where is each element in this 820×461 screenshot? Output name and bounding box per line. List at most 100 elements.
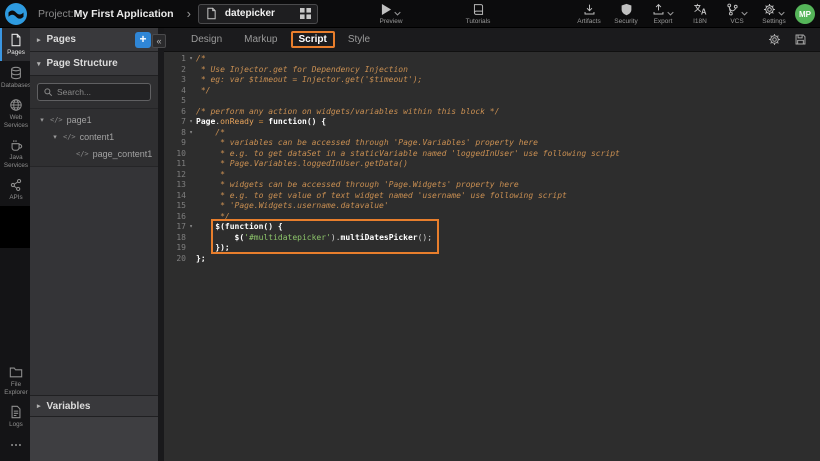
caret-right-icon[interactable]: ▸ <box>37 402 41 410</box>
caret-down-icon[interactable]: ▾ <box>51 133 59 141</box>
code-line[interactable]: 14 * e.g. to get value of text widget na… <box>164 191 820 202</box>
fold-spacer <box>186 107 196 118</box>
grid-icon[interactable] <box>300 8 311 19</box>
download-icon <box>583 3 596 16</box>
tab-markup[interactable]: Markup <box>235 31 286 48</box>
rail-item-logs[interactable]: Logs <box>0 400 30 433</box>
caret-right-icon[interactable]: ▸ <box>37 36 41 44</box>
pages-panel-header[interactable]: ▸ Pages + <box>30 28 158 52</box>
panel-bottom-area <box>30 417 158 461</box>
panel-empty-area <box>30 167 158 395</box>
code-line[interactable]: 9 * variables can be accessed through 'P… <box>164 138 820 149</box>
code-line[interactable]: 12 * <box>164 170 820 181</box>
fold-marker-icon[interactable]: ▾ <box>186 128 196 139</box>
code-line[interactable]: 16 */ <box>164 212 820 223</box>
code-line[interactable]: 1 ▾ /* <box>164 54 820 65</box>
fold-marker-icon[interactable]: ▾ <box>186 117 196 128</box>
save-icon[interactable] <box>794 33 807 46</box>
caret-down-icon <box>667 11 674 16</box>
code-line[interactable]: 11 * Page.Variables.loggedInUser.getData… <box>164 159 820 170</box>
caret-down-icon[interactable] <box>394 11 401 16</box>
code-line[interactable]: 2 * Use Injector.get for Dependency Inje… <box>164 65 820 76</box>
search-input[interactable] <box>57 87 145 97</box>
code-icon: </> <box>76 150 89 158</box>
translate-icon: A <box>693 2 707 16</box>
tree-node-page1[interactable]: ▾ </> page1 <box>30 111 158 128</box>
tab-design[interactable]: Design <box>182 31 231 48</box>
rail-bottom-items: File Explorer Logs <box>0 360 30 461</box>
tutorials-button[interactable]: Tutorials <box>455 3 501 25</box>
pages-panel: ▸ Pages + ▾ Page Structure ▾ </> page1 ▾… <box>30 28 158 461</box>
code-line[interactable]: 4 */ <box>164 86 820 97</box>
code-line[interactable]: 20 }; <box>164 254 820 265</box>
rail-item-web-services[interactable]: Web Services <box>0 93 30 133</box>
rail-item-file-explorer[interactable]: File Explorer <box>0 360 30 400</box>
editor-region: DesignMarkup ScriptStyle 1 ▾ /* 2 * Use I… <box>164 28 820 461</box>
code-line[interactable]: 5 <box>164 96 820 107</box>
topbar-i18n-button[interactable]: A I18N <box>686 3 714 25</box>
caret-down-icon[interactable]: ▾ <box>38 116 46 124</box>
svg-text:A: A <box>701 8 707 16</box>
fold-marker-icon[interactable]: ▾ <box>186 54 196 65</box>
rail-item-more[interactable] <box>0 433 30 458</box>
rail-item-pages[interactable]: Pages <box>0 28 30 61</box>
topbar-vcs-button[interactable]: VCS <box>723 3 751 25</box>
gear-icon[interactable] <box>768 33 781 46</box>
tree-node-page-content1[interactable]: </> page_content1 <box>30 145 158 162</box>
wavemaker-logo-icon[interactable] <box>5 3 27 25</box>
code-line[interactable]: 10 * e.g. to get dataSet in a staticVari… <box>164 149 820 160</box>
code-line[interactable]: 15 * 'Page.Widgets.username.datavalue' <box>164 201 820 212</box>
fold-spacer <box>186 201 196 212</box>
caret-down-icon <box>778 11 785 16</box>
topbar-artifacts-button[interactable]: Artifacts <box>575 3 603 25</box>
code-line[interactable]: 17 ▾ $(function() { <box>164 222 820 233</box>
topbar: Project:My First Application › datepicke… <box>0 0 820 28</box>
play-icon <box>381 3 392 16</box>
branch-icon <box>726 3 739 16</box>
pages-panel-title: Pages <box>47 34 76 45</box>
logfile-icon <box>9 405 23 419</box>
caret-down-icon[interactable]: ▾ <box>37 60 41 68</box>
code-line[interactable]: 8 ▾ /* <box>164 128 820 139</box>
variables-header[interactable]: ▸ Variables <box>30 395 158 417</box>
topbar-export-button[interactable]: Export <box>649 3 677 25</box>
rail-item-java-services[interactable]: Java Services <box>0 133 30 173</box>
fold-spacer <box>186 180 196 191</box>
topbar-security-button[interactable]: Security <box>612 3 640 25</box>
tab-style[interactable]: Style <box>339 31 379 48</box>
tab-script[interactable]: Script <box>291 31 335 48</box>
fold-spacer <box>186 96 196 107</box>
user-avatar[interactable]: MP <box>795 4 815 24</box>
page-structure-title: Page Structure <box>47 58 118 69</box>
search-box[interactable] <box>37 83 151 101</box>
fold-spacer <box>186 86 196 97</box>
editor-tabbar: DesignMarkup ScriptStyle <box>164 28 820 52</box>
project-name: My First Application <box>74 8 174 20</box>
open-page-tab-datepicker[interactable]: datepicker <box>198 4 318 24</box>
preview-button[interactable]: Preview <box>368 3 414 25</box>
collapse-panel-button[interactable]: « <box>152 34 166 48</box>
page-structure-header[interactable]: ▾ Page Structure <box>30 52 158 76</box>
rail-item-databases[interactable]: Databases <box>0 61 30 94</box>
dots-icon <box>9 438 23 452</box>
code-line[interactable]: 3 * eg: var $timeout = Injector.get('$ti… <box>164 75 820 86</box>
code-line[interactable]: 19 }); <box>164 243 820 254</box>
code-line[interactable]: 18 $('#multidatepicker').multiDatesPicke… <box>164 233 820 244</box>
rail-item-apis[interactable]: APIs <box>0 173 30 206</box>
page-structure-tree: ▾ </> page1 ▾ </> content1 </> page_cont… <box>30 109 158 167</box>
script-code-editor[interactable]: 1 ▾ /* 2 * Use Injector.get for Dependen… <box>164 52 820 461</box>
fold-spacer <box>186 233 196 244</box>
tutorials-label: Tutorials <box>466 18 491 25</box>
code-line[interactable]: 13 * widgets can be accessed through 'Pa… <box>164 180 820 191</box>
code-icon: </> <box>50 116 63 124</box>
project-breadcrumb: Project:My First Application <box>38 8 174 20</box>
left-rail: Pages Databases Web Services Java Servic… <box>0 28 30 461</box>
add-page-button[interactable]: + <box>135 32 151 48</box>
tree-node-label: content1 <box>80 132 115 142</box>
fold-marker-icon[interactable]: ▾ <box>186 222 196 233</box>
code-line[interactable]: 6 /* perform any action on widgets/varia… <box>164 107 820 118</box>
code-icon: </> <box>63 133 76 141</box>
code-line[interactable]: 7 ▾ Page.onReady = function() { <box>164 117 820 128</box>
topbar-settings-button[interactable]: Settings <box>760 3 788 25</box>
tree-node-content1[interactable]: ▾ </> content1 <box>30 128 158 145</box>
